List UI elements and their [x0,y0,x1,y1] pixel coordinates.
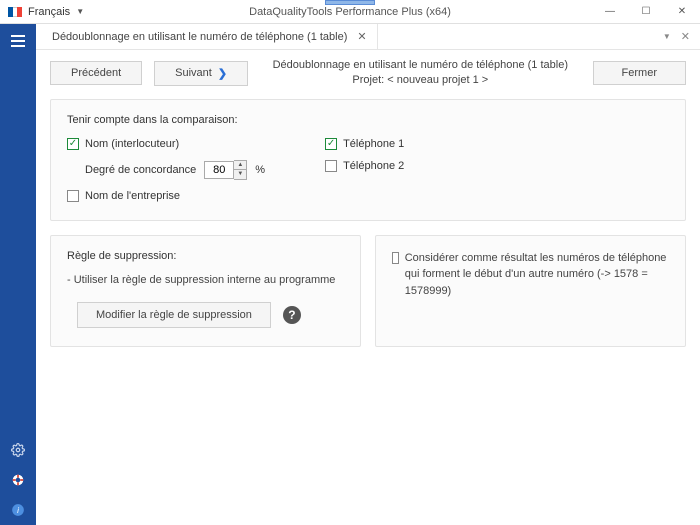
close-button[interactable]: Fermer [593,61,686,85]
label-name-contact: Nom (interlocuteur) [85,138,179,150]
tab-close-all-button[interactable]: ✕ [681,30,690,43]
modify-rule-button[interactable]: Modifier la règle de suppression [77,302,271,328]
toolbar: Précédent Suivant ❯ Dédoublonnage en uti… [36,50,700,99]
tab-overflow-button[interactable]: ▼ [663,32,671,41]
tabbar: Dédoublonnage en utilisant le numéro de … [36,24,700,50]
checkbox-phone2[interactable] [325,160,337,172]
checkbox-name-contact[interactable] [67,138,79,150]
close-window-button[interactable]: ✕ [664,0,700,23]
checkbox-consider-prefix[interactable] [392,252,399,264]
consider-group: Considérer comme résultat les numéros de… [375,235,686,347]
tab-label: Dédoublonnage en utilisant le numéro de … [52,31,347,43]
heading-line2: Projet: < nouveau projet 1 > [260,73,580,88]
maximize-button[interactable]: ☐ [628,0,664,23]
next-label: Suivant [175,67,212,79]
info-button[interactable]: i [0,495,36,525]
label-phone1: Téléphone 1 [343,138,404,150]
gear-icon [11,443,25,457]
delete-rule-text: - Utiliser la règle de suppression inter… [67,274,344,286]
percent-label: % [255,164,265,176]
label-phone2: Téléphone 2 [343,160,404,172]
chevron-down-icon: ▼ [76,7,84,16]
title-drag-indicator [325,0,375,5]
checkbox-company-name[interactable] [67,190,79,202]
svg-text:i: i [17,506,19,515]
heading-line1: Dédoublonnage en utilisant le numéro de … [260,58,580,73]
chevron-right-icon: ❯ [218,67,227,80]
checkbox-phone1[interactable] [325,138,337,150]
delete-rule-title: Règle de suppression: [67,250,344,262]
language-label: Français [28,6,70,18]
help-icon[interactable]: ? [283,306,301,324]
main-area: Dédoublonnage en utilisant le numéro de … [36,24,700,525]
window-controls: — ☐ ✕ [592,0,700,23]
match-degree-input[interactable] [204,161,234,179]
spin-up-button[interactable]: ▲ [234,161,246,170]
app-title: DataQualityTools Performance Plus (x64) [249,6,451,18]
match-degree-stepper[interactable]: ▲ ▼ [204,160,247,180]
settings-button[interactable] [0,435,36,465]
label-match-degree: Degré de concordance [85,164,196,176]
comparison-title: Tenir compte dans la comparaison: [67,114,669,126]
titlebar: Français ▼ DataQualityTools Performance … [0,0,700,24]
next-button[interactable]: Suivant ❯ [154,61,248,86]
toolbar-heading: Dédoublonnage en utilisant le numéro de … [260,58,580,89]
sidebar: i [0,24,36,525]
info-icon: i [11,503,25,517]
spin-down-button[interactable]: ▼ [234,170,246,179]
delete-rule-group: Règle de suppression: - Utiliser la règl… [50,235,361,347]
label-company-name: Nom de l'entreprise [85,190,180,202]
tab-dedup-phone[interactable]: Dédoublonnage en utilisant le numéro de … [42,24,378,49]
help-lifebuoy-button[interactable] [0,465,36,495]
lifebuoy-icon [11,473,25,487]
minimize-button[interactable]: — [592,0,628,23]
consider-text: Considérer comme résultat les numéros de… [405,250,669,300]
comparison-group: Tenir compte dans la comparaison: Nom (i… [50,99,686,221]
flag-france-icon [8,7,22,17]
previous-button[interactable]: Précédent [50,61,142,85]
tab-close-button[interactable]: ✕ [357,30,366,43]
language-selector[interactable]: Français ▼ [0,0,92,23]
menu-button[interactable] [0,24,36,58]
